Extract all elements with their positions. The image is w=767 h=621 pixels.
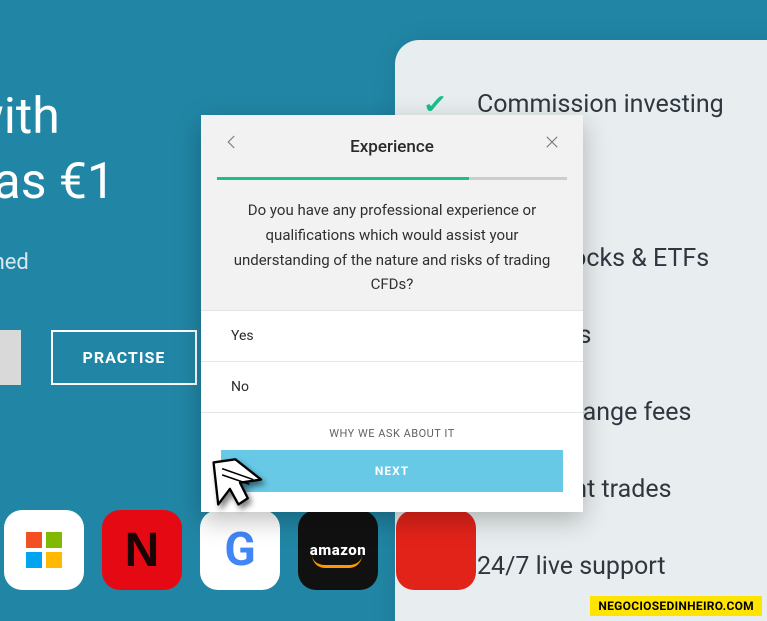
amazon-icon: amazon [298,510,378,590]
modal-header: Experience Do you have any professional … [201,115,583,310]
modal-options: Yes No [201,310,583,413]
google-icon: G [200,510,280,590]
hero-line-2: as little as €1 [0,150,115,215]
feature-row: ✓ 24/7 live support [425,552,767,581]
experience-modal: Experience Do you have any professional … [201,115,583,512]
why-we-ask-link[interactable]: WHY WE ASK ABOUT IT [201,413,583,448]
brand-icon [396,510,476,590]
progress-bar [217,177,567,180]
option-yes[interactable]: Yes [201,310,583,362]
netflix-label: N [125,523,160,578]
option-no[interactable]: No [201,362,583,413]
close-icon[interactable] [543,133,561,156]
modal-title: Experience [350,137,434,157]
hero-line-1: Invest with [0,85,115,150]
amazon-label: amazon [310,541,366,559]
check-icon: ✓ [422,92,456,118]
modal-question: Do you have any professional experience … [217,180,567,297]
progress-bar-fill [217,177,469,180]
next-button[interactable]: NEXT [221,450,563,492]
watermark: NEGOCIOSEDINHEIRO.COM [590,596,762,616]
hero-heading: Invest with as little as €1 [0,85,115,215]
cta-row: CREATE ACCOUNT PRACTISE [0,330,197,385]
back-icon[interactable] [223,133,241,156]
hero-subheading: people have already joined [0,250,29,275]
practice-button[interactable]: PRACTISE [51,330,198,385]
brand-strip: N G amazon [0,510,476,590]
microsoft-icon [4,510,84,590]
netflix-icon: N [102,510,182,590]
feature-text: 24/7 live support [477,552,666,581]
create-account-button[interactable]: CREATE ACCOUNT [0,330,21,385]
